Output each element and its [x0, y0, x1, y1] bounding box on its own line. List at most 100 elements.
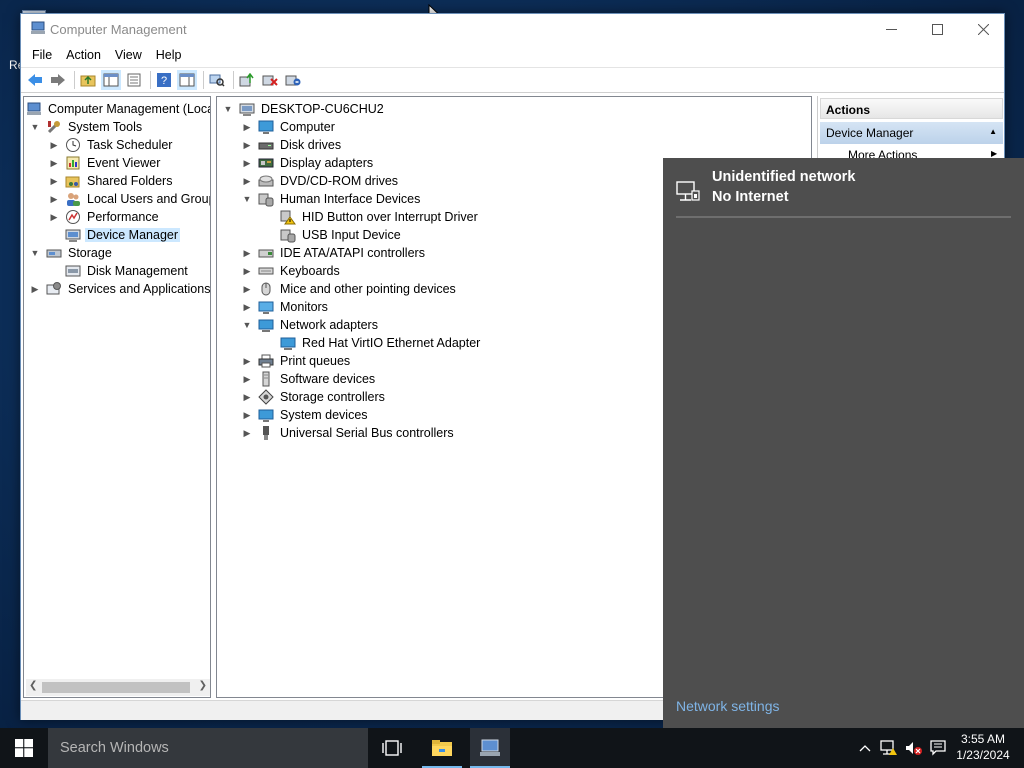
chevron-down-icon[interactable]: ▼ — [242, 320, 252, 330]
chevron-right-icon[interactable]: ▶ — [242, 158, 252, 169]
chevron-down-icon[interactable]: ▼ — [30, 122, 40, 132]
chevron-right-icon[interactable]: ▶ — [242, 248, 252, 259]
chevron-right-icon[interactable]: ▶ — [242, 302, 252, 313]
device-category-storage-controllers[interactable]: ▶ Storage controllers — [242, 388, 387, 406]
device-category-monitors[interactable]: ▶ Monitors — [242, 298, 330, 316]
scroll-right-icon[interactable]: ❯ — [199, 680, 207, 691]
menu-view[interactable]: View — [108, 48, 149, 62]
chevron-right-icon[interactable]: ▶ — [49, 158, 59, 169]
action-center-button[interactable] — [928, 740, 948, 756]
device-virtio-adapter[interactable]: Red Hat VirtIO Ethernet Adapter — [280, 334, 482, 352]
device-category-display-adapters[interactable]: ▶ Display adapters — [242, 154, 375, 172]
properties-icon — [127, 73, 141, 87]
show-hide-tree-button[interactable] — [101, 70, 121, 90]
device-category-network-adapters[interactable]: ▼ Network adapters — [242, 316, 380, 334]
chevron-right-icon[interactable]: ▶ — [242, 392, 252, 403]
divider — [676, 216, 1011, 218]
chevron-right-icon[interactable]: ▶ — [242, 410, 252, 421]
chevron-right-icon[interactable]: ▶ — [242, 284, 252, 295]
horizontal-scrollbar[interactable]: ❮ ❯ — [26, 679, 210, 696]
menu-help[interactable]: Help — [149, 48, 189, 62]
chevron-right-icon[interactable]: ▶ — [49, 140, 59, 151]
computer-management-taskbar-button[interactable] — [470, 728, 510, 768]
device-root[interactable]: ▼ DESKTOP-CU6CHU2 — [223, 100, 386, 118]
file-explorer-button[interactable] — [422, 728, 462, 768]
chevron-right-icon[interactable]: ▶ — [30, 284, 40, 295]
taskbar-search-box[interactable]: Search Windows — [48, 728, 368, 768]
tree-item-disk-management[interactable]: Disk Management — [49, 262, 190, 280]
device-category-print-queues[interactable]: ▶ Print queues — [242, 352, 352, 370]
device-category-system-devices[interactable]: ▶ System devices — [242, 406, 370, 424]
actions-section-device-manager[interactable]: Device Manager ▲ — [820, 122, 1003, 144]
device-hid-button[interactable]: HID Button over Interrupt Driver — [280, 208, 480, 226]
chevron-right-icon[interactable]: ▶ — [242, 428, 252, 439]
device-category-dvd[interactable]: ▶ DVD/CD-ROM drives — [242, 172, 400, 190]
scan-hardware-button[interactable] — [207, 70, 227, 90]
network-name[interactable]: Unidentified network — [712, 169, 855, 185]
show-action-pane-button[interactable] — [177, 70, 197, 90]
back-button[interactable] — [25, 70, 45, 90]
minimize-button[interactable] — [868, 14, 914, 44]
uninstall-device-button[interactable] — [260, 70, 280, 90]
chevron-right-icon[interactable]: ▶ — [242, 176, 252, 187]
forward-button[interactable] — [48, 70, 68, 90]
clock-date[interactable]: 1/23/2024 — [950, 748, 1016, 762]
tree-item-system-tools[interactable]: ▼ System Tools — [30, 118, 144, 136]
network-settings-link[interactable]: Network settings — [676, 698, 779, 714]
tree-item-services[interactable]: ▶ Services and Applications — [30, 280, 210, 298]
menu-file[interactable]: File — [25, 48, 59, 62]
volume-tray-button[interactable] — [903, 740, 925, 756]
title-bar[interactable]: Computer Management — [21, 14, 1004, 45]
chevron-right-icon[interactable]: ▶ — [242, 356, 252, 367]
chevron-down-icon[interactable]: ▼ — [223, 104, 233, 114]
computer-management-icon — [26, 101, 42, 117]
properties-button[interactable] — [124, 70, 144, 90]
device-category-keyboards[interactable]: ▶ Keyboards — [242, 262, 342, 280]
device-category-software[interactable]: ▶ Software devices — [242, 370, 377, 388]
device-label: Computer — [280, 120, 335, 134]
chevron-right-icon[interactable]: ▶ — [49, 212, 59, 223]
network-tray-button[interactable] — [878, 740, 900, 756]
close-button[interactable] — [960, 14, 1006, 44]
toolbar-separator — [233, 71, 234, 89]
chevron-right-icon[interactable]: ▶ — [242, 374, 252, 385]
chevron-right-icon[interactable]: ▶ — [242, 122, 252, 133]
menu-action[interactable]: Action — [59, 48, 108, 62]
update-driver-button[interactable] — [237, 70, 257, 90]
scroll-thumb[interactable] — [42, 682, 190, 693]
maximize-button[interactable] — [914, 14, 960, 44]
chevron-right-icon[interactable]: ▶ — [49, 194, 59, 205]
device-usb-input[interactable]: USB Input Device — [280, 226, 403, 244]
tree-item-performance[interactable]: ▶ Performance — [49, 208, 161, 226]
tree-item-local-users[interactable]: ▶ Local Users and Groups — [49, 190, 211, 208]
scroll-left-icon[interactable]: ❮ — [29, 680, 37, 691]
device-category-hid[interactable]: ▼ Human Interface Devices — [242, 190, 422, 208]
tree-item-computer-management[interactable]: Computer Management (Local — [26, 100, 210, 118]
tree-item-shared-folders[interactable]: ▶ Shared Folders — [49, 172, 174, 190]
chevron-right-icon[interactable]: ▶ — [242, 266, 252, 277]
show-hidden-icons-button[interactable] — [856, 740, 874, 756]
storage-icon — [46, 245, 62, 261]
show-action-pane-icon — [179, 73, 195, 87]
chevron-right-icon[interactable]: ▶ — [242, 140, 252, 151]
up-folder-button[interactable] — [78, 70, 98, 90]
start-button[interactable] — [0, 728, 48, 768]
help-button[interactable]: ? — [154, 70, 174, 90]
device-category-disk-drives[interactable]: ▶ Disk drives — [242, 136, 343, 154]
chevron-right-icon[interactable]: ▶ — [49, 176, 59, 187]
device-category-mice[interactable]: ▶ Mice and other pointing devices — [242, 280, 458, 298]
disable-device-button[interactable] — [283, 70, 303, 90]
chevron-down-icon[interactable]: ▼ — [30, 248, 40, 258]
tree-item-label: Local Users and Groups — [87, 192, 211, 206]
tree-item-event-viewer[interactable]: ▶ Event Viewer — [49, 154, 162, 172]
collapse-up-icon[interactable]: ▲ — [989, 127, 997, 136]
tree-item-task-scheduler[interactable]: ▶ Task Scheduler — [49, 136, 174, 154]
task-view-button[interactable] — [372, 728, 412, 768]
tree-item-storage[interactable]: ▼ Storage — [30, 244, 114, 262]
chevron-down-icon[interactable]: ▼ — [242, 194, 252, 204]
device-category-usb-controllers[interactable]: ▶ Universal Serial Bus controllers — [242, 424, 456, 442]
tree-item-device-manager[interactable]: Device Manager — [49, 226, 181, 244]
clock-time[interactable]: 3:55 AM — [950, 732, 1016, 746]
device-category-ide[interactable]: ▶ IDE ATA/ATAPI controllers — [242, 244, 427, 262]
device-category-computer[interactable]: ▶ Computer — [242, 118, 337, 136]
